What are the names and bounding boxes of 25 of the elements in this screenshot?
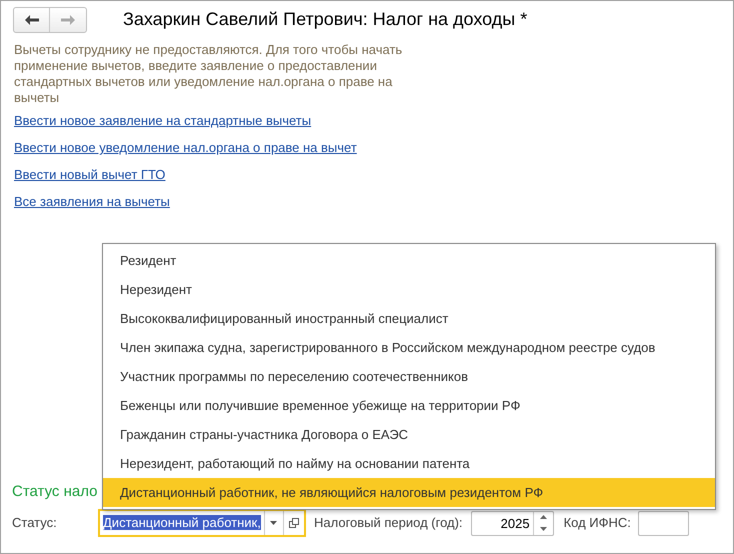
dropdown-item[interactable]: Дистанционный работник, не являющийся налоговым резидентом РФ — [103, 478, 715, 507]
dropdown-item[interactable]: Нерезидент — [103, 275, 715, 304]
action-link[interactable]: Все заявления на вычеты — [14, 193, 170, 211]
action-link[interactable]: Ввести новый вычет ГТО — [14, 166, 166, 184]
info-text: Вычеты сотруднику не предоставляются. Для того чтобы начать применение вычетов, введите заявление о предоставлении стандартных вычетов или уведомление нал.органа о праве на вычеты — [14, 42, 404, 106]
window-title: Захаркин Савелий Петрович: Налог на доходы * — [123, 8, 528, 31]
dropdown-item[interactable]: Гражданин страны-участника Договора о ЕАЭС — [103, 420, 715, 449]
forward-arrow-icon — [61, 14, 75, 24]
ifns-field[interactable] — [638, 510, 689, 536]
dropdown-item[interactable]: Нерезидент, работающий по найму на основании патента — [103, 449, 715, 478]
period-value: 2025 — [500, 516, 530, 530]
dropdown-item[interactable]: Член экипажа судна, зарегистрированного в Российском международном реестре судов — [103, 333, 715, 362]
status-label: Статус: — [12, 514, 58, 532]
status-value: Дистанционный работник, — [103, 515, 261, 530]
action-link[interactable]: Ввести новое заявление на стандартные вычеты — [14, 112, 312, 130]
dropdown-item[interactable]: Высококвалифицированный иностранный специалист — [103, 304, 715, 333]
ifns-label: Код ИФНС: — [564, 514, 631, 532]
status-field[interactable]: Дистанционный работник, — [98, 509, 306, 537]
dropdown-item[interactable]: Участник программы по переселению соотечественников — [103, 362, 715, 391]
back-arrow-icon — [24, 14, 38, 24]
dropdown-item[interactable]: Резидент — [103, 246, 715, 275]
dropdown-item[interactable]: Беженцы или получившие временное убежище на территории РФ — [103, 391, 715, 420]
section-title: Статус нало — [12, 482, 98, 502]
action-link[interactable]: Ввести новое уведомление нал.органа о праве на вычет — [14, 139, 357, 157]
period-label: Налоговый период (год): — [314, 514, 463, 532]
